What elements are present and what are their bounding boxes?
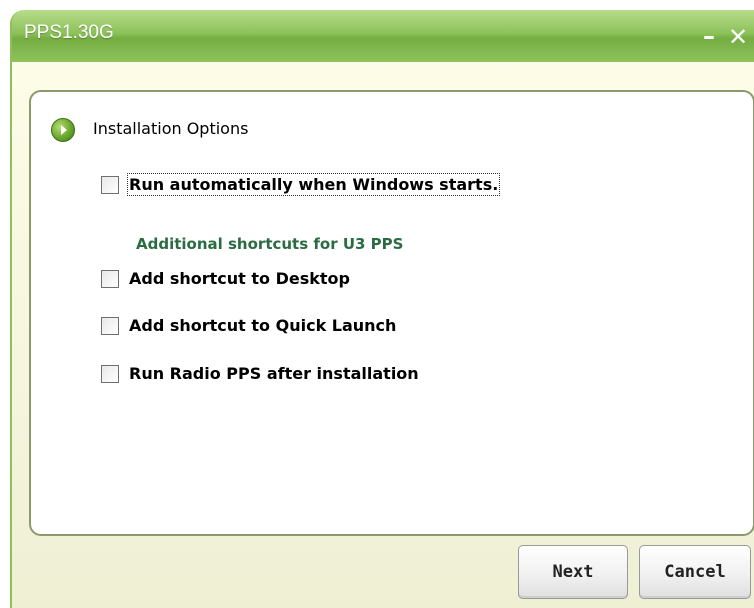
title-bar[interactable]: PPS1.30G – ✕: [12, 10, 754, 62]
checkbox[interactable]: [101, 317, 119, 335]
option-label[interactable]: Run Radio PPS after installation: [129, 364, 419, 383]
minimize-button[interactable]: –: [698, 24, 720, 48]
checkbox[interactable]: [101, 176, 119, 194]
checkbox[interactable]: [101, 270, 119, 288]
window-title: PPS1.30G: [24, 22, 114, 43]
section-title: Installation Options: [93, 119, 249, 138]
checkbox[interactable]: [101, 365, 119, 383]
cancel-button[interactable]: Cancel: [639, 545, 751, 599]
option-label[interactable]: Add shortcut to Desktop: [129, 269, 350, 288]
next-button[interactable]: Next: [518, 545, 628, 599]
close-button[interactable]: ✕: [726, 25, 750, 49]
shortcuts-subheading: Additional shortcuts for U3 PPS: [136, 235, 404, 253]
option-label[interactable]: Run automatically when Windows starts.: [126, 173, 501, 196]
green-arrow-bullet-icon: [51, 118, 75, 142]
option-label[interactable]: Add shortcut to Quick Launch: [129, 316, 396, 335]
options-panel: Installation Options Run automatically w…: [29, 90, 754, 536]
installer-window: PPS1.30G – ✕ Installation Options Run au…: [10, 10, 754, 608]
